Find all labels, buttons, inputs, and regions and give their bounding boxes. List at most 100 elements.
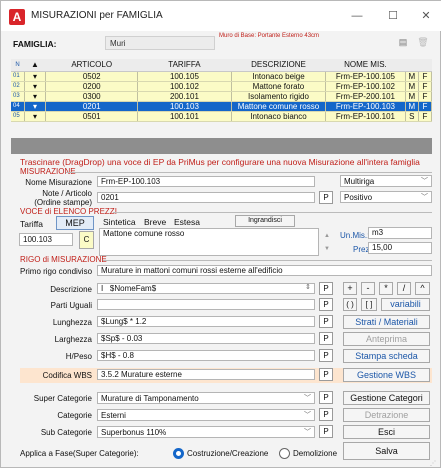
power-button[interactable]: ^ [415, 282, 430, 295]
lunghezza-input[interactable]: $Lung$ * 1.2 [97, 316, 315, 327]
row-dropdown-icon[interactable]: ▾ [24, 71, 47, 82]
scroll-up-icon[interactable]: ▲ [324, 233, 330, 239]
col-tariffa[interactable]: TARIFFA [137, 59, 232, 72]
table-row[interactable]: 05 ▾ 0501 100.101 Intonaco bianco Frm-EP-100.… [11, 111, 433, 122]
row-dropdown-icon[interactable]: ▾ [24, 91, 47, 102]
salva-button[interactable]: Salva [343, 442, 430, 460]
primo-rigo-input[interactable]: Murature in mattoni comuni rossi esterne… [97, 265, 432, 276]
ingrandisci-button[interactable]: Ingrandisci [235, 215, 295, 227]
tab-sintetica[interactable]: Sintetica [103, 217, 136, 227]
nome-misurazione-input[interactable]: Frm-EP-100.103 [97, 176, 315, 187]
categorie-p-button[interactable]: P [319, 408, 333, 421]
row-dropdown-icon[interactable]: ▾ [24, 81, 47, 92]
divider [113, 212, 432, 213]
window-title: MISURAZIONI per FAMIGLIA [31, 10, 163, 21]
col-articolo[interactable]: ARTICOLO [45, 59, 138, 72]
table-row[interactable]: 03 ▾ 0300 200.101 Isolamento rigido Frm-EP-20… [11, 91, 433, 102]
divide-button[interactable]: / [397, 282, 411, 295]
demolizione-label[interactable]: Demolizione [293, 449, 337, 458]
tariffa-input[interactable]: 100.103 [19, 233, 73, 246]
sub-categorie-select[interactable]: Superbonus 110% ﹀ [97, 426, 315, 438]
gestione-categorie-button[interactable]: Gestione Categori [343, 391, 430, 405]
articolo-cell: 0200 [45, 81, 139, 92]
radio-costruzione[interactable] [173, 448, 184, 459]
categorie-value: Esterni [101, 411, 126, 420]
maximize-button[interactable]: ☐ [382, 7, 404, 25]
larghezza-input[interactable]: $Sp$ - 0.03 [97, 333, 315, 344]
scroll-down-icon[interactable]: ▼ [324, 246, 330, 252]
tab-estesa[interactable]: Estesa [174, 217, 200, 227]
col-c2[interactable] [418, 59, 432, 72]
hpeso-input[interactable]: $H$ - 0.8 [97, 350, 315, 361]
nome-cell: Frm-EP-100.101 [325, 111, 406, 122]
tab-breve[interactable]: Breve [144, 217, 166, 227]
super-categorie-p-button[interactable]: P [319, 391, 333, 404]
c2-cell: F [418, 91, 433, 102]
larghezza-p-button[interactable]: P [319, 332, 333, 345]
table-row[interactable]: 04 ▾ 0201 100.103 Mattone comune rosso Frm-EP… [11, 101, 433, 112]
note-articolo-input[interactable]: 0201 [97, 192, 315, 203]
radio-demolizione[interactable] [279, 448, 290, 459]
tariffa-label: Tariffa [20, 219, 43, 229]
super-categorie-select[interactable]: Murature di Tamponamento ﹀ [97, 392, 315, 404]
strati-materiali-button[interactable]: Strati / Materiali [343, 315, 430, 329]
descrizione-voce-textarea[interactable]: Mattone comune rosso [99, 228, 319, 256]
minimize-button[interactable]: — [346, 7, 368, 25]
mep-button[interactable]: MEP [56, 216, 94, 230]
delete-icon[interactable]: 🗑 [415, 37, 431, 51]
gestione-wbs-button[interactable]: Gestione WBS [343, 368, 430, 382]
categorie-select[interactable]: Esterni ﹀ [97, 409, 315, 421]
descrizione-input[interactable]: I $NomeFam$ [97, 283, 315, 294]
sub-categorie-p-button[interactable]: P [319, 425, 333, 438]
segno-select[interactable]: Positivo ﹀ [340, 191, 432, 203]
descrizione-p-button[interactable]: P [319, 282, 333, 295]
table-row[interactable]: 02 ▾ 0200 100.102 Mattone forato Frm-EP-100.1… [11, 81, 433, 92]
tariffa-cell: 100.101 [137, 111, 232, 122]
brackets-button[interactable]: [ ] [361, 298, 377, 311]
parentheses-button[interactable]: ( ) [343, 298, 357, 311]
filter-icon[interactable]: ▤ [395, 37, 411, 51]
col-c1[interactable] [405, 59, 419, 72]
costruzione-label[interactable]: Costruzione/Creazione [187, 449, 268, 458]
row-dropdown-icon[interactable]: ▾ [24, 101, 47, 112]
stampa-scheda-button[interactable]: Stampa scheda [343, 349, 430, 363]
hpeso-p-button[interactable]: P [319, 349, 333, 362]
plus-button[interactable]: + [343, 282, 357, 295]
parti-uguali-input[interactable] [97, 299, 315, 310]
c-button[interactable]: C [79, 231, 94, 249]
detrazione-button[interactable]: Detrazione [343, 408, 430, 422]
articolo-cell: 0300 [45, 91, 139, 102]
esci-button[interactable]: Esci [343, 425, 430, 439]
lunghezza-p-button[interactable]: P [319, 315, 333, 328]
wbs-p-button[interactable]: P [319, 368, 333, 381]
famiglia-select[interactable]: Muri [105, 36, 215, 50]
spinner-icon[interactable]: ⇕ [305, 283, 311, 291]
chevron-down-icon: ﹀ [421, 194, 428, 201]
parti-p-button[interactable]: P [319, 298, 333, 311]
note-p-button[interactable]: P [319, 191, 333, 204]
resize-grip-icon[interactable]: ⋰ [430, 460, 436, 467]
times-button[interactable]: * [379, 282, 393, 295]
row-dropdown-icon[interactable]: ▾ [24, 111, 47, 122]
tariffa-cell: 100.102 [137, 81, 232, 92]
multiriga-select[interactable]: Multiriga ﹀ [340, 175, 432, 187]
close-button[interactable]: ✕ [415, 7, 437, 25]
col-sort[interactable]: ▲ [24, 59, 46, 72]
wbs-input[interactable]: 3.5.2 Murature esterne [97, 369, 315, 380]
variabili-button[interactable]: variabili [381, 298, 430, 311]
c2-cell: F [418, 81, 433, 92]
unmis-input[interactable]: m3 [368, 227, 432, 239]
anteprima-button[interactable]: Anteprima [343, 332, 430, 346]
tariffa-cell: 100.103 [137, 101, 232, 112]
col-n[interactable]: N [11, 59, 25, 72]
table-row[interactable]: 01 ▾ 0502 100.105 Intonaco beige Frm-EP-100.1… [11, 71, 433, 82]
col-nome[interactable]: NOME MIS. [325, 59, 406, 72]
hpeso-label: H/Peso [65, 352, 92, 361]
c2-cell: F [418, 71, 433, 82]
minus-button[interactable]: - [361, 282, 375, 295]
prezzo-input[interactable]: 15,00 [368, 242, 432, 254]
row-number: 05 [11, 111, 25, 122]
chevron-down-icon: ﹀ [304, 429, 311, 436]
col-descrizione[interactable]: DESCRIZIONE [231, 59, 326, 72]
section-voce: VOCE di ELENCO PREZZI [20, 207, 117, 216]
